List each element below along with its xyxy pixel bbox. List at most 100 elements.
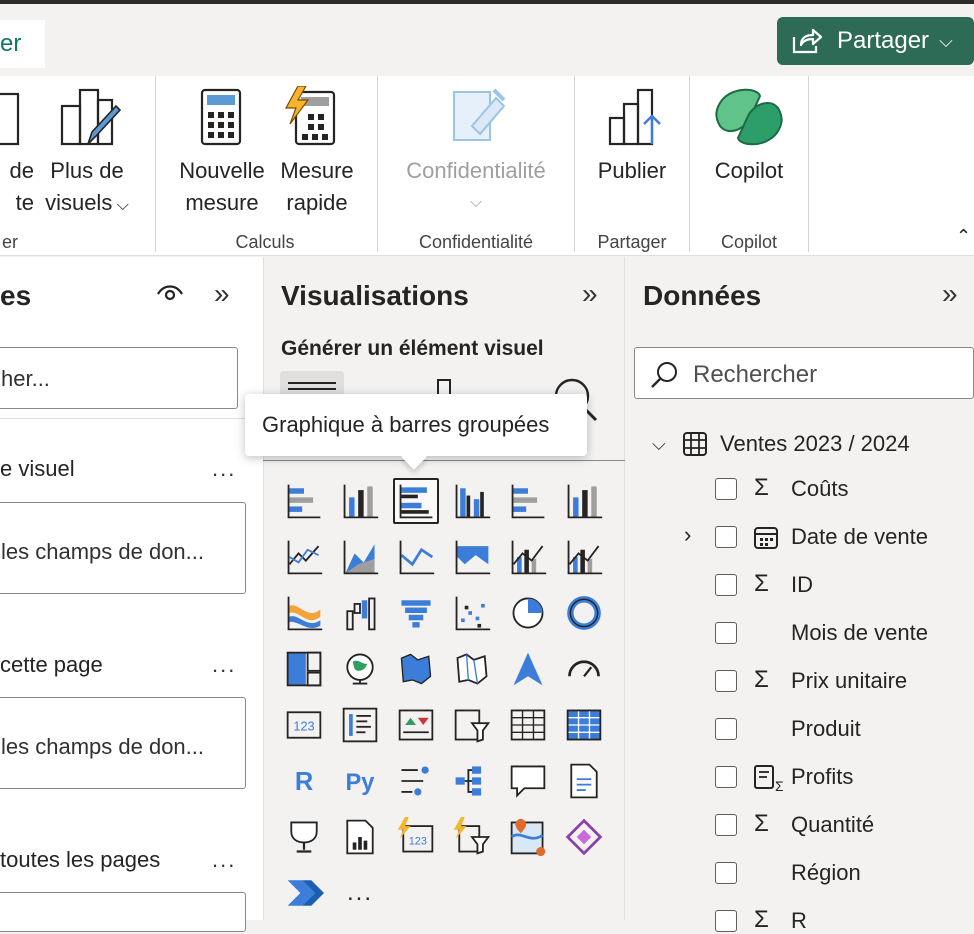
clustered-bar-chart-icon[interactable]: [393, 478, 439, 524]
paginated-report-icon[interactable]: [337, 814, 383, 860]
donut-chart-icon[interactable]: [561, 590, 607, 636]
collapse-data-icon[interactable]: »: [942, 278, 958, 310]
field-checkbox[interactable]: [715, 862, 737, 884]
matrix-icon[interactable]: [561, 702, 607, 748]
filled-map-icon[interactable]: [393, 646, 439, 692]
field-checkbox[interactable]: [715, 478, 737, 500]
100-stacked-bar-chart-icon[interactable]: [505, 478, 551, 524]
filters-divider: [0, 418, 263, 419]
azure-map-icon[interactable]: [505, 646, 551, 692]
field-name[interactable]: Produit: [791, 716, 861, 742]
collapse-visualizations-icon[interactable]: »: [582, 278, 598, 310]
key-influencers-icon[interactable]: [393, 758, 439, 804]
group-label-share: Partager: [597, 232, 667, 252]
sensitivity-button[interactable]: Confidentialité ⌵: [390, 155, 562, 219]
stacked-area-chart-icon[interactable]: [393, 534, 439, 580]
eye-icon[interactable]: [156, 282, 184, 309]
collapse-ribbon-icon[interactable]: ⌃: [956, 226, 971, 247]
more-visuals-button[interactable]: Plus de visuels ⌵: [36, 155, 138, 222]
new-measure-button[interactable]: Nouvelle mesure: [170, 155, 274, 219]
field-name[interactable]: R: [791, 908, 807, 934]
field-name[interactable]: Coûts: [791, 476, 848, 502]
more-options-icon[interactable]: ...: [212, 847, 236, 873]
field-name[interactable]: Mois de vente: [791, 620, 928, 646]
filters-drop-zone-visual[interactable]: les champs de don...: [0, 502, 246, 594]
publish-button[interactable]: Publier: [586, 155, 678, 187]
partial-ribbon-button[interactable]: de te: [0, 155, 34, 219]
line-chart-icon[interactable]: [281, 534, 327, 580]
share-button[interactable]: Partager ⌵: [777, 17, 974, 65]
smart-narrative-icon[interactable]: [561, 758, 607, 804]
qa-visual-icon[interactable]: [505, 758, 551, 804]
data-search-input[interactable]: Rechercher: [634, 347, 974, 399]
more-visuals-icon[interactable]: ...: [337, 870, 383, 916]
python-visual-icon[interactable]: Py: [337, 758, 383, 804]
scatter-chart-icon[interactable]: [449, 590, 495, 636]
field-name[interactable]: Région: [791, 860, 861, 886]
field-checkbox[interactable]: [715, 766, 737, 788]
card-icon[interactable]: 123: [281, 702, 327, 748]
filters-drop-zone-all[interactable]: [0, 892, 246, 932]
ribbon-separator: [808, 76, 809, 252]
filters-drop-zone-page[interactable]: les champs de don...: [0, 697, 246, 789]
chevron-down-icon[interactable]: ⌵: [652, 434, 682, 455]
power-automate-icon[interactable]: [281, 870, 327, 916]
chevron-down-icon: ⌵: [469, 194, 483, 211]
stacked-bar-chart-icon[interactable]: [281, 478, 327, 524]
quick-insights-slicer-icon[interactable]: [449, 814, 495, 860]
stacked-column-chart-icon[interactable]: [337, 478, 383, 524]
power-apps-icon[interactable]: [561, 814, 607, 860]
ribbon-chart-icon[interactable]: [281, 590, 327, 636]
field-checkbox[interactable]: [715, 670, 737, 692]
funnel-chart-icon[interactable]: [393, 590, 439, 636]
quick-insights-card-icon[interactable]: 123: [393, 814, 439, 860]
multi-row-card-icon[interactable]: [337, 702, 383, 748]
waterfall-chart-icon[interactable]: [337, 590, 383, 636]
clustered-column-chart-icon[interactable]: [449, 478, 495, 524]
field-checkbox[interactable]: [715, 574, 737, 596]
field-checkbox[interactable]: [715, 526, 737, 548]
decomposition-tree-icon[interactable]: [449, 758, 495, 804]
shape-map-icon[interactable]: [449, 646, 495, 692]
metrics-icon[interactable]: [281, 814, 327, 860]
copilot-button[interactable]: Copilot: [700, 155, 798, 187]
ribbon-separator: [377, 76, 378, 252]
field-checkbox[interactable]: [715, 910, 737, 932]
field-checkbox[interactable]: [715, 814, 737, 836]
100-stacked-area-chart-icon[interactable]: [449, 534, 495, 580]
collapse-filters-icon[interactable]: »: [214, 278, 230, 310]
field-name[interactable]: Quantité: [791, 812, 874, 838]
arcgis-map-icon[interactable]: [505, 814, 551, 860]
field-checkbox[interactable]: [715, 718, 737, 740]
svg-text:R: R: [295, 768, 313, 796]
field-checkbox[interactable]: [715, 622, 737, 644]
field-name[interactable]: Prix unitaire: [791, 668, 907, 694]
quick-measure-button[interactable]: Mesure rapide: [270, 155, 364, 219]
gauge-icon[interactable]: [561, 646, 607, 692]
field-name[interactable]: ID: [791, 572, 813, 598]
ribbon-tab-row: er Partager ⌵: [0, 4, 974, 76]
more-options-icon[interactable]: ...: [212, 652, 236, 678]
kpi-icon[interactable]: [393, 702, 439, 748]
line-and-clustered-column-chart-icon[interactable]: [561, 534, 607, 580]
table-node[interactable]: ⌵ Ventes 2023 / 2024: [652, 428, 910, 460]
table-icon: [683, 432, 707, 456]
chevron-right-icon[interactable]: ›: [684, 522, 691, 548]
field-name[interactable]: Profits: [791, 764, 853, 790]
100-stacked-column-chart-icon[interactable]: [561, 478, 607, 524]
sigma-icon: Σ: [754, 570, 769, 597]
more-options-icon[interactable]: ...: [212, 456, 236, 482]
table-icon[interactable]: [505, 702, 551, 748]
filters-search-input[interactable]: her...: [0, 347, 238, 409]
pie-chart-icon[interactable]: [505, 590, 551, 636]
field-name[interactable]: Date de vente: [791, 524, 928, 550]
r-script-visual-icon[interactable]: R: [281, 758, 327, 804]
area-chart-icon[interactable]: [337, 534, 383, 580]
slicer-icon[interactable]: [449, 702, 495, 748]
treemap-icon[interactable]: [281, 646, 327, 692]
map-icon[interactable]: [337, 646, 383, 692]
more-visuals-icon: [58, 86, 122, 155]
svg-text:123: 123: [409, 835, 427, 847]
ribbon-tab-active[interactable]: er: [0, 20, 45, 68]
line-and-stacked-column-chart-icon[interactable]: [505, 534, 551, 580]
